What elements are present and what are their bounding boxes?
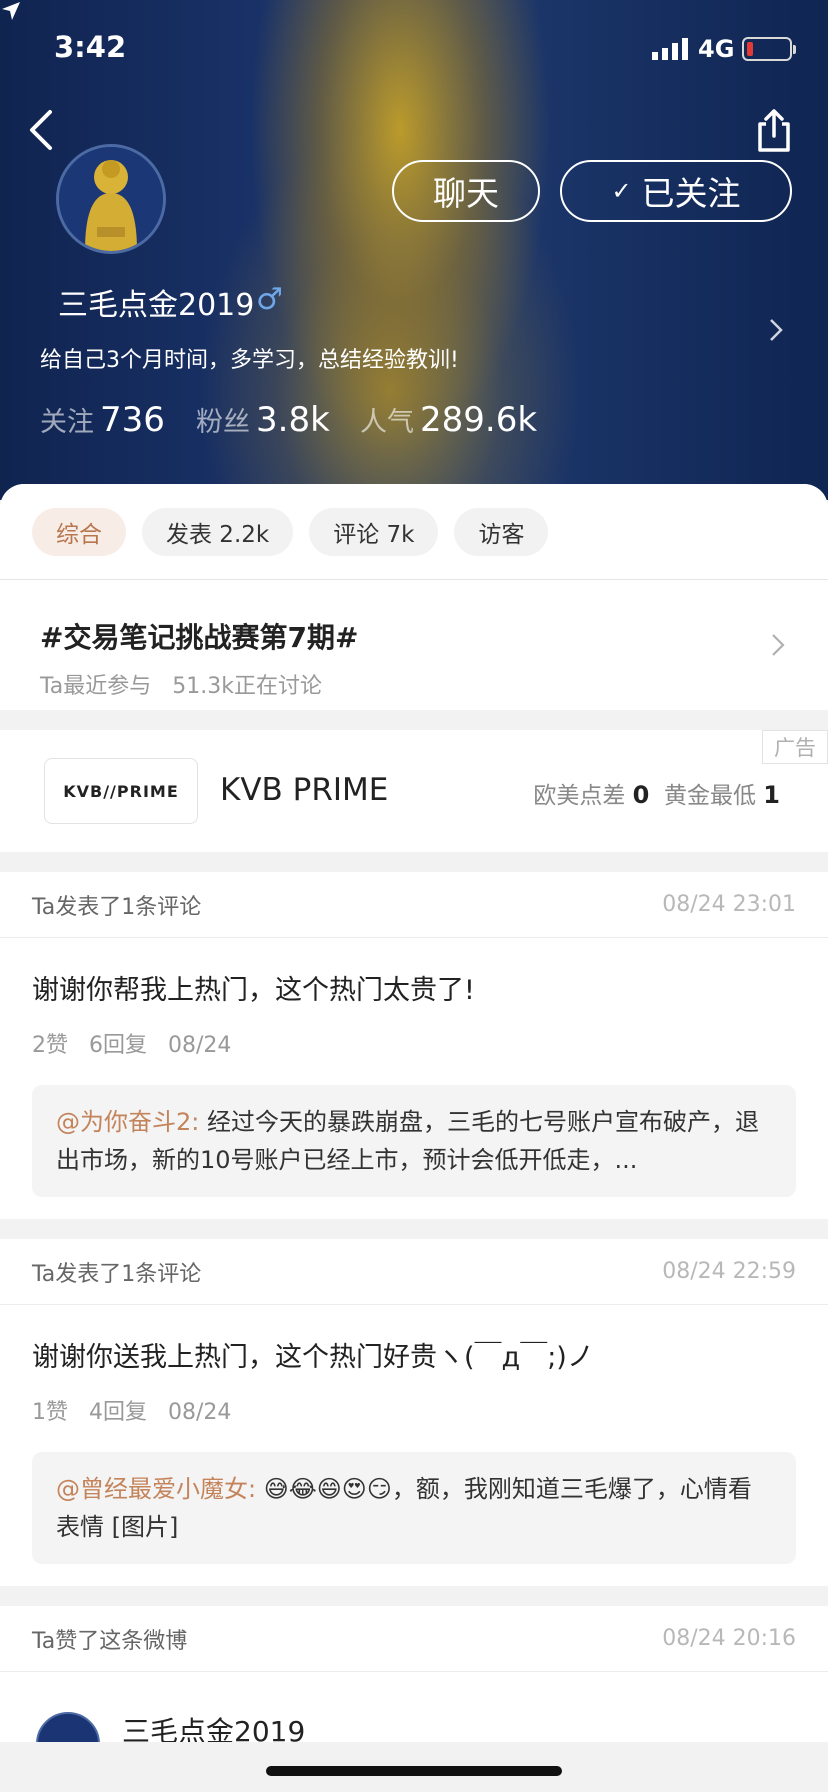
- kvb-logo: KVB//PRIME: [44, 758, 198, 824]
- location-arrow-icon: [2, 2, 20, 20]
- stat-popularity: 人气 289.6k: [360, 400, 538, 440]
- topic-subtitle: Ta最近参与 51.3k正在讨论: [40, 674, 322, 699]
- feed-item[interactable]: Ta赞了这条微博 08/24 20:16 三毛点金2019: [0, 1606, 828, 1742]
- tab-overview[interactable]: 综合: [32, 508, 126, 556]
- profile-header: 3:42 4G 聊天 ✓ 已关注 三毛点金2019 ♂ 给自己3个月时间，多学习…: [0, 0, 828, 500]
- back-arrow-icon[interactable]: [24, 108, 60, 152]
- profile-bio: 给自己3个月时间，多学习，总结经验教训!: [40, 348, 459, 373]
- quoted-user[interactable]: @曾经最爱小魔女:: [56, 1475, 256, 1503]
- content-panel: 综合 发表 2.2k 评论 7k 访客 #交易笔记挑战赛第7期# Ta最近参与 …: [0, 484, 828, 1742]
- stat-fans[interactable]: 粉丝 3.8k: [196, 400, 330, 440]
- feed-item[interactable]: Ta发表了1条评论 08/24 22:59 谢谢你送我上热门，这个热门好贵ヽ(￣…: [0, 1239, 828, 1586]
- ad-rates: 欧美点差 0 黄金最低 1: [533, 781, 780, 809]
- status-time: 3:42: [54, 30, 127, 64]
- feed-time: 08/24 22:59: [662, 1259, 796, 1284]
- liked-post-preview[interactable]: 三毛点金2019: [0, 1672, 828, 1742]
- username: 三毛点金2019: [58, 288, 255, 323]
- ad-name: KVB PRIME: [220, 772, 389, 808]
- male-gender-icon: ♂: [256, 282, 283, 317]
- feed-header: Ta发表了1条评论 08/24 22:59: [0, 1239, 828, 1305]
- topic-card[interactable]: #交易笔记挑战赛第7期# Ta最近参与 51.3k正在讨论: [0, 580, 828, 710]
- chat-button[interactable]: 聊天: [392, 160, 540, 222]
- buddha-avatar-image: [59, 147, 163, 251]
- comment-meta: 2赞 6回复 08/24: [32, 1033, 232, 1058]
- feed-header: Ta赞了这条微博 08/24 20:16: [0, 1606, 828, 1672]
- quoted-post[interactable]: @曾经最爱小魔女: 😅😂😄😍😏，额，我刚知道三毛爆了，心情看表情 [图片]: [32, 1452, 796, 1564]
- stat-following[interactable]: 关注 736: [40, 400, 165, 440]
- feed-item[interactable]: Ta发表了1条评论 08/24 23:01 谢谢你帮我上热门，这个热门太贵了! …: [0, 872, 828, 1219]
- tab-visitors[interactable]: 访客: [454, 508, 549, 556]
- ad-banner[interactable]: 广告 KVB//PRIME KVB PRIME 欧美点差 0 黄金最低 1: [0, 730, 828, 852]
- chevron-right-icon[interactable]: [766, 316, 786, 344]
- tab-comments[interactable]: 评论 7k: [309, 508, 439, 556]
- check-icon: ✓: [611, 177, 632, 205]
- chevron-right-icon: [772, 634, 785, 656]
- network-type: 4G: [698, 35, 735, 63]
- tab-posts[interactable]: 发表 2.2k: [142, 508, 294, 556]
- signal-icon: [652, 38, 688, 60]
- feed-header: Ta发表了1条评论 08/24 23:01: [0, 872, 828, 938]
- feed-time: 08/24 23:01: [662, 892, 796, 917]
- comment-text: 谢谢你送我上热门，这个热门好贵ヽ(￣д￣;)ノ: [32, 1342, 594, 1373]
- avatar[interactable]: [36, 1712, 100, 1742]
- quoted-post[interactable]: @为你奋斗2: 经过今天的暴跌崩盘，三毛的七号账户宣布破产，退出市场，新的10号…: [32, 1085, 796, 1197]
- comment-meta: 1赞 4回复 08/24: [32, 1400, 232, 1425]
- battery-icon: [742, 37, 796, 61]
- avatar[interactable]: [56, 144, 166, 254]
- ad-tag: 广告: [762, 730, 828, 764]
- share-icon[interactable]: [752, 108, 796, 154]
- feed-time: 08/24 20:16: [662, 1626, 796, 1651]
- topic-title: #交易笔记挑战赛第7期#: [40, 621, 359, 654]
- quoted-user[interactable]: @为你奋斗2:: [56, 1108, 199, 1136]
- home-indicator[interactable]: [266, 1766, 562, 1776]
- filter-tabs: 综合 发表 2.2k 评论 7k 访客: [0, 484, 828, 580]
- follow-label: 已关注: [641, 174, 741, 213]
- follow-button[interactable]: ✓ 已关注: [560, 160, 792, 222]
- comment-text: 谢谢你帮我上热门，这个热门太贵了!: [32, 975, 475, 1006]
- post-author: 三毛点金2019: [122, 1715, 306, 1742]
